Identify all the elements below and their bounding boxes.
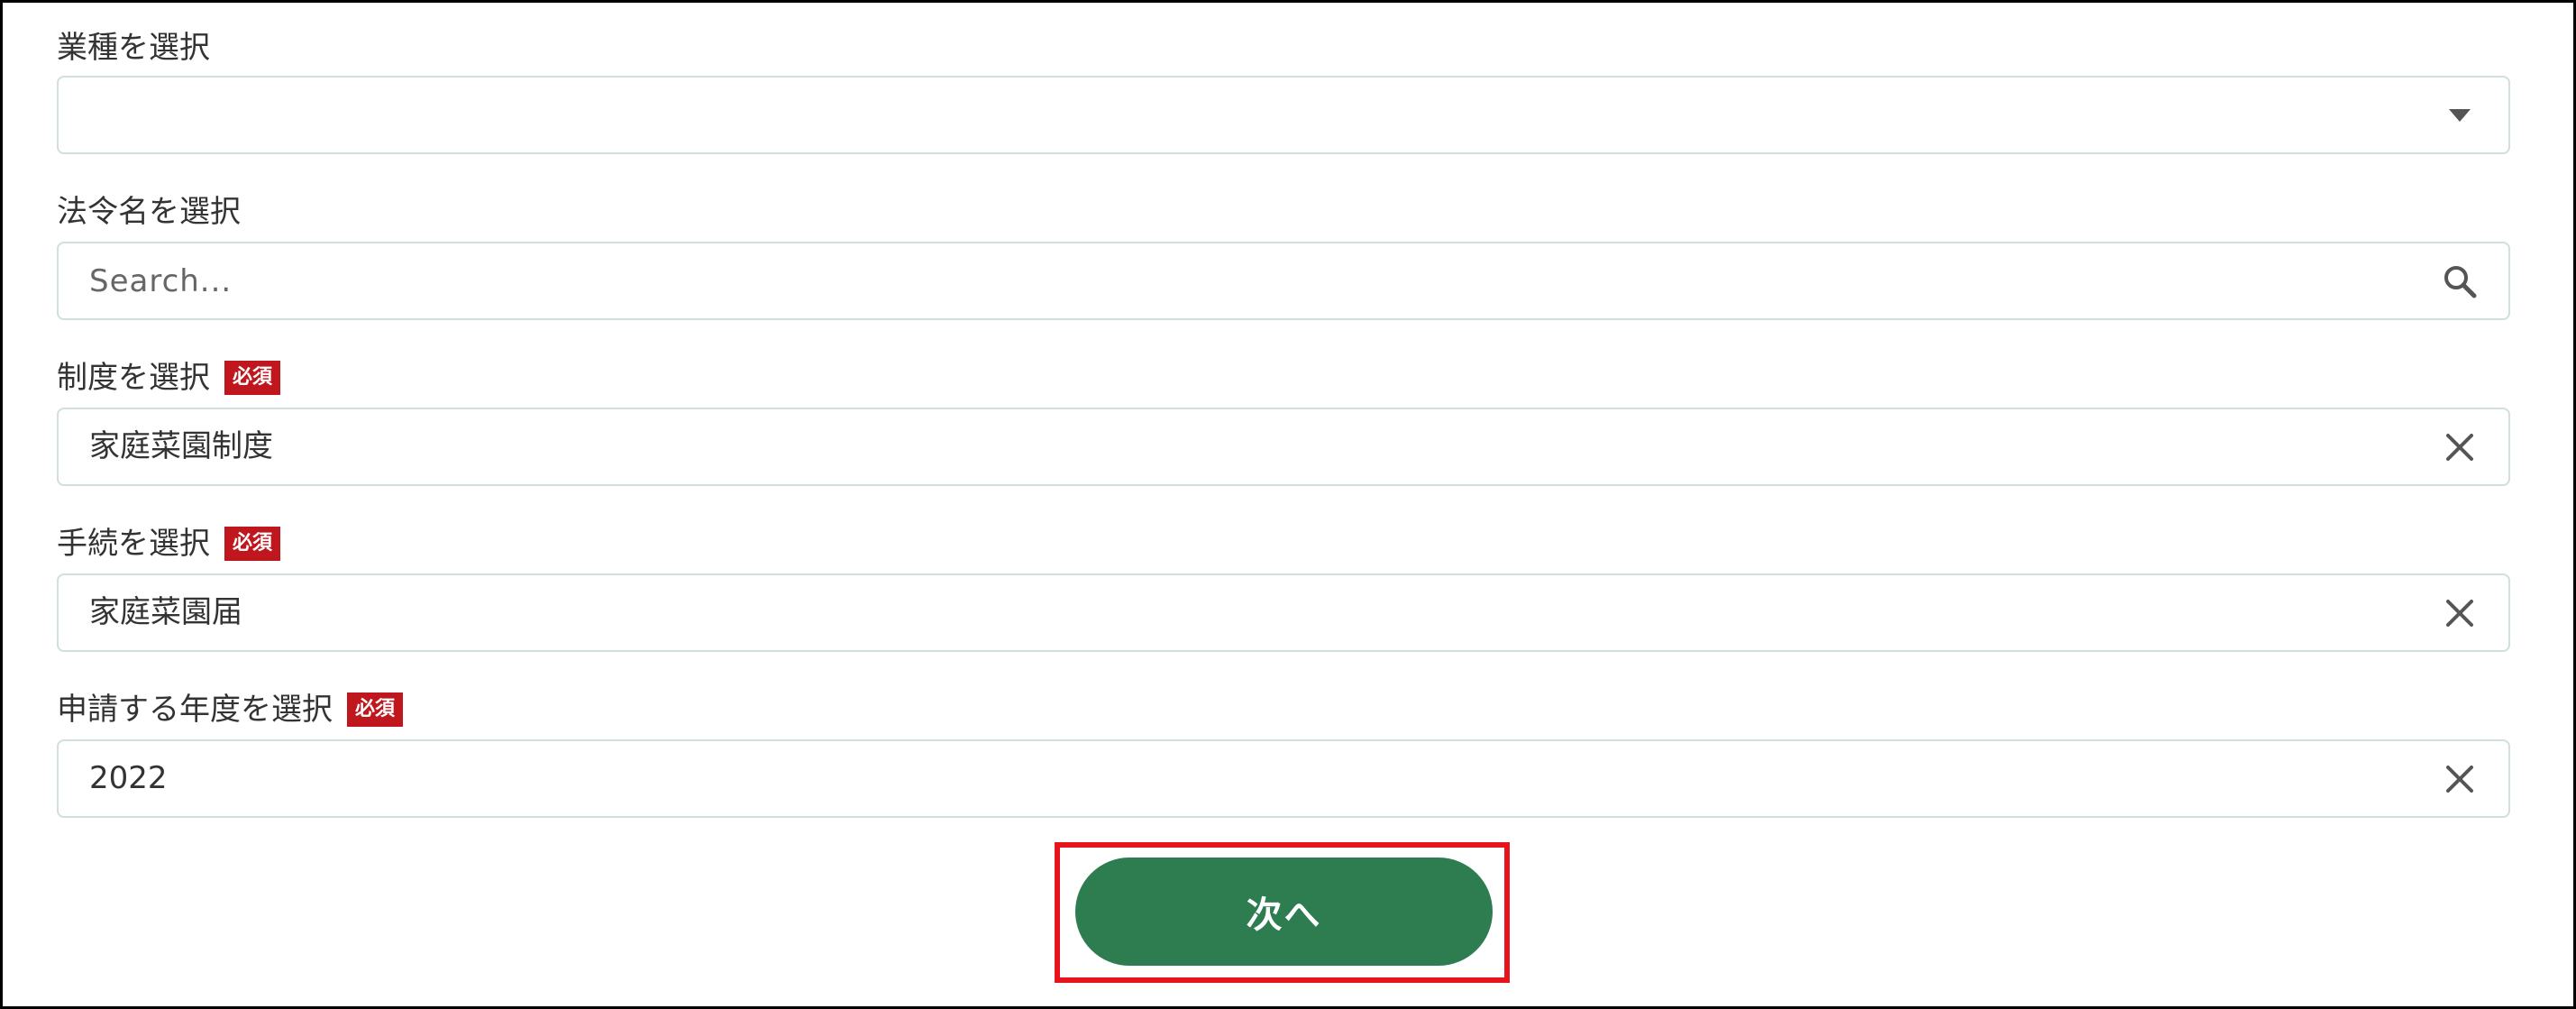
industry-label: 業種を選択 bbox=[57, 26, 210, 69]
required-badge: 必須 bbox=[224, 361, 281, 395]
application-form: 業種を選択 法令名を選択 制度を選択 必須 家庭菜園制度 bbox=[0, 0, 2576, 1009]
system-label: 制度を選択 必須 bbox=[57, 356, 281, 399]
required-badge: 必須 bbox=[347, 693, 404, 727]
clear-icon[interactable] bbox=[2440, 759, 2480, 799]
law-label-text: 法令名を選択 bbox=[57, 194, 241, 230]
law-search-input[interactable] bbox=[89, 243, 2397, 318]
procedure-label-text: 手続を選択 bbox=[57, 526, 210, 562]
law-label: 法令名を選択 bbox=[57, 190, 241, 234]
procedure-select-value: 家庭菜園届 bbox=[89, 594, 242, 630]
required-badge: 必須 bbox=[224, 527, 281, 561]
clear-icon[interactable] bbox=[2440, 593, 2480, 633]
next-button[interactable]: 次へ bbox=[1075, 858, 1493, 966]
law-search-field[interactable] bbox=[57, 242, 2510, 320]
caret-down-icon[interactable] bbox=[2440, 96, 2480, 135]
procedure-label: 手続を選択 必須 bbox=[57, 522, 281, 565]
next-button-label: 次へ bbox=[1246, 894, 1322, 936]
procedure-select[interactable]: 家庭菜園届 bbox=[57, 573, 2510, 652]
fiscal-year-select[interactable]: 2022 bbox=[57, 739, 2510, 818]
industry-select[interactable] bbox=[57, 76, 2510, 154]
system-label-text: 制度を選択 bbox=[57, 360, 210, 396]
system-select-value: 家庭菜園制度 bbox=[89, 428, 273, 464]
fiscal-year-label: 申請する年度を選択 必須 bbox=[57, 688, 404, 731]
clear-icon[interactable] bbox=[2440, 427, 2480, 467]
industry-label-text: 業種を選択 bbox=[57, 30, 210, 66]
search-icon[interactable] bbox=[2440, 261, 2480, 301]
system-select[interactable]: 家庭菜園制度 bbox=[57, 408, 2510, 486]
fiscal-year-select-value: 2022 bbox=[89, 760, 168, 796]
fiscal-year-label-text: 申請する年度を選択 bbox=[57, 692, 333, 728]
